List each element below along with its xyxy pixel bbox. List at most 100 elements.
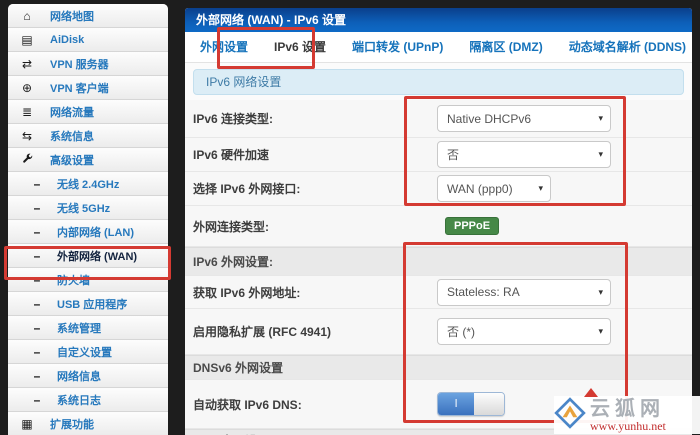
form-section-dnsv6: DNSv6 外网设置 — [185, 355, 692, 380]
sidebar-item-label: AiDisk — [50, 34, 84, 46]
dash-icon: – — [30, 370, 44, 382]
watermark: 云狐网 www.yunhu.net — [554, 396, 700, 434]
sidebar-item-system-admin[interactable]: – 系统管理 — [8, 316, 168, 340]
form-row-ipv6-address-mode: 获取 IPv6 外网地址: Stateless: RA ▾ — [185, 276, 692, 309]
dash-icon: – — [30, 394, 44, 406]
sidebar-item-label: 网络信息 — [57, 368, 101, 384]
dash-icon: – — [30, 202, 44, 214]
tab-ipv6-settings[interactable]: IPv6 设置 — [261, 32, 339, 62]
sidebar-item-system-info[interactable]: ⇆ 系统信息 — [8, 124, 168, 148]
sidebar-item-vpn-client[interactable]: ⊕ VPN 客户端 — [8, 76, 168, 100]
field-label: IPv6 连接类型: — [193, 110, 437, 127]
page-title: 外部网络 (WAN) - IPv6 设置 — [185, 8, 692, 32]
ipv6-connection-type-select[interactable]: Native DHCPv6 ▾ — [437, 105, 611, 132]
form-row-wan-connection-type: 外网连接类型: PPPoE — [185, 206, 692, 247]
disk-icon: ▤ — [20, 34, 34, 46]
sidebar-item-firewall[interactable]: – 防火墙 — [8, 268, 168, 292]
form-row-hw-acceleration: IPv6 硬件加速 否 ▾ — [185, 138, 692, 172]
dash-icon: – — [30, 178, 44, 190]
content-area: IPv6 网络设置 IPv6 连接类型: Native DHCPv6 ▾ IPv… — [185, 69, 692, 435]
sidebar-item-traffic[interactable]: ≣ 网络流量 — [8, 100, 168, 124]
watermark-logo-icon — [554, 397, 586, 434]
chevron-down-icon: ▾ — [598, 113, 603, 124]
sidebar-item-label: 网络地图 — [50, 8, 94, 24]
watermark-site-name: 云狐网 — [590, 399, 666, 419]
sidebar-item-label: 无线 2.4GHz — [57, 176, 119, 192]
sidebar-item-wireless-5ghz[interactable]: – 无线 5GHz — [8, 196, 168, 220]
main-panel: 外部网络 (WAN) - IPv6 设置 外网设置 IPv6 设置 端口转发 (… — [185, 8, 692, 435]
tab-wan-settings[interactable]: 外网设置 — [187, 32, 261, 62]
sidebar-item-label: 网络流量 — [50, 104, 94, 120]
sidebar-item-label: VPN 客户端 — [50, 80, 109, 96]
chevron-down-icon: ▾ — [538, 183, 543, 194]
sidebar-item-custom-settings[interactable]: – 自定义设置 — [8, 340, 168, 364]
toggle-off-half — [474, 393, 504, 415]
dash-icon: – — [30, 226, 44, 238]
watermark-pointer — [584, 388, 598, 397]
ipv6-address-mode-select[interactable]: Stateless: RA ▾ — [437, 279, 611, 306]
field-label: 启用隐私扩展 (RFC 4941) — [193, 323, 437, 340]
section-label: DNSv6 外网设置 — [193, 359, 692, 376]
form-row-connection-type: IPv6 连接类型: Native DHCPv6 ▾ — [185, 100, 692, 138]
watermark-text: 云狐网 www.yunhu.net — [590, 399, 666, 432]
home-icon: ⌂ — [20, 10, 34, 22]
traffic-icon: ≣ — [20, 106, 34, 118]
tab-port-forwarding[interactable]: 端口转发 (UPnP) — [339, 32, 456, 62]
loop-icon: ⇄ — [20, 58, 34, 70]
sidebar-item-label: 外部网络 (WAN) — [57, 248, 137, 264]
tab-ddns[interactable]: 动态域名解析 (DDNS) — [556, 32, 692, 62]
sidebar-item-label: 无线 5GHz — [57, 200, 110, 216]
sidebar-item-advanced-settings[interactable]: 高级设置 — [8, 148, 168, 172]
sidebar: ⌂ 网络地图 ▤ AiDisk ⇄ VPN 服务器 ⊕ VPN 客户端 ≣ 网络… — [8, 4, 168, 435]
tab-dmz[interactable]: 隔离区 (DMZ) — [456, 32, 555, 62]
sidebar-item-usb-apps[interactable]: – USB 应用程序 — [8, 292, 168, 316]
toggle-on-half: l — [438, 393, 474, 415]
sidebar-item-wireless-24ghz[interactable]: – 无线 2.4GHz — [8, 172, 168, 196]
ipv6-hw-acceleration-select[interactable]: 否 ▾ — [437, 141, 611, 168]
sidebar-item-network-info[interactable]: – 网络信息 — [8, 364, 168, 388]
grid-icon: ▦ — [20, 418, 34, 430]
chevron-down-icon: ▾ — [598, 287, 603, 298]
dash-icon: – — [30, 274, 44, 286]
sidebar-item-label: USB 应用程序 — [57, 296, 127, 312]
privacy-extension-select[interactable]: 否 (*) ▾ — [437, 318, 611, 345]
field-label: 外网连接类型: — [193, 218, 437, 235]
sidebar-item-lan[interactable]: – 内部网络 (LAN) — [8, 220, 168, 244]
form-row-wan-interface: 选择 IPv6 外网接口: WAN (ppp0) ▾ — [185, 172, 692, 206]
sidebar-item-aidisk[interactable]: ▤ AiDisk — [8, 28, 168, 52]
auto-ipv6-dns-toggle[interactable]: l — [437, 392, 505, 416]
watermark-site-url: www.yunhu.net — [590, 420, 666, 432]
sidebar-item-label: 系统日志 — [57, 392, 101, 408]
field-label: IPv6 硬件加速 — [193, 146, 437, 163]
dash-icon: – — [30, 346, 44, 358]
chevron-down-icon: ▾ — [598, 149, 603, 160]
sidebar-item-label: 防火墙 — [57, 272, 90, 288]
globe-icon: ⊕ — [20, 82, 34, 94]
field-label: 获取 IPv6 外网地址: — [193, 284, 437, 301]
sidebar-item-wan[interactable]: – 外部网络 (WAN) — [8, 244, 168, 268]
section-header: IPv6 网络设置 — [193, 69, 684, 95]
sidebar-item-label: VPN 服务器 — [50, 56, 109, 72]
ipv6-wan-interface-select[interactable]: WAN (ppp0) ▾ — [437, 175, 551, 202]
form-section-ipv6-wan: IPv6 外网设置: — [185, 247, 692, 276]
form-row-privacy-extension: 启用隐私扩展 (RFC 4941) 否 (*) ▾ — [185, 309, 692, 355]
dash-icon: – — [30, 250, 44, 262]
shuffle-icon: ⇆ — [20, 130, 34, 142]
sidebar-item-label: 扩展功能 — [50, 416, 94, 432]
sidebar-item-extensions[interactable]: ▦ 扩展功能 — [8, 412, 168, 435]
sidebar-item-label: 内部网络 (LAN) — [57, 224, 134, 240]
section-label: IPv6 外网设置: — [193, 253, 692, 270]
dash-icon: – — [30, 322, 44, 334]
field-label: 选择 IPv6 外网接口: — [193, 180, 437, 197]
sidebar-item-vpn-server[interactable]: ⇄ VPN 服务器 — [8, 52, 168, 76]
pppoe-badge: PPPoE — [445, 217, 499, 235]
field-label: 自动获取 IPv6 DNS: — [193, 396, 437, 413]
wrench-icon — [20, 153, 34, 166]
sidebar-item-network-map[interactable]: ⌂ 网络地图 — [8, 4, 168, 28]
chevron-down-icon: ▾ — [598, 326, 603, 337]
sidebar-item-label: 自定义设置 — [57, 344, 112, 360]
sidebar-item-label: 系统管理 — [57, 320, 101, 336]
sidebar-item-system-log[interactable]: – 系统日志 — [8, 388, 168, 412]
dash-icon: – — [30, 298, 44, 310]
tab-bar: 外网设置 IPv6 设置 端口转发 (UPnP) 隔离区 (DMZ) 动态域名解… — [185, 32, 692, 63]
